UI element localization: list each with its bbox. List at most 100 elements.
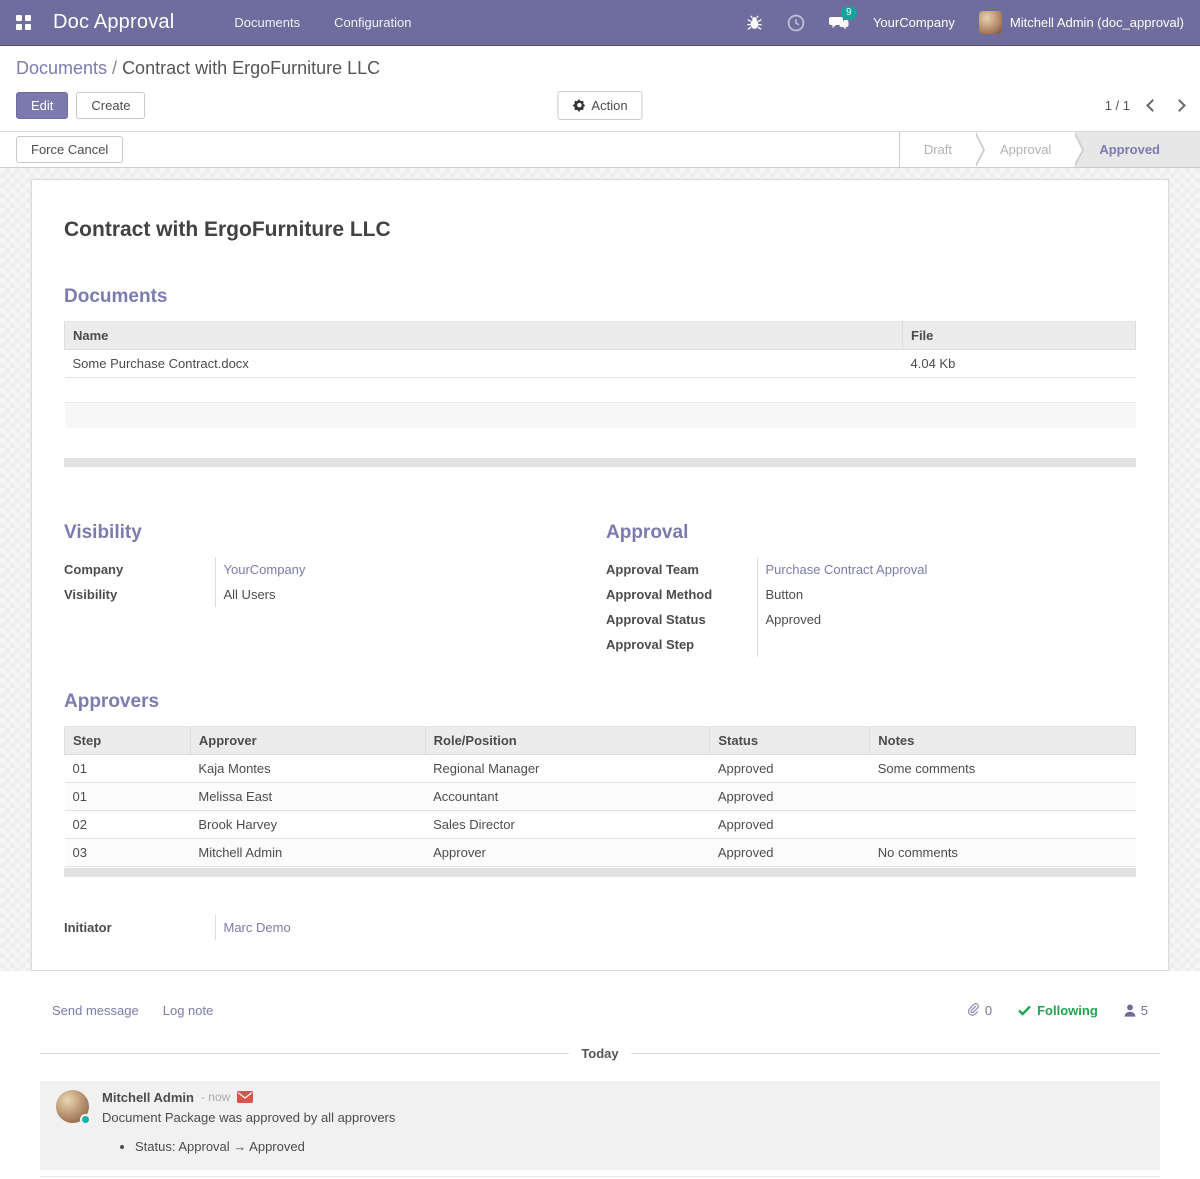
approval-status-value: Approved: [766, 612, 822, 627]
cell-role: Sales Director: [425, 810, 710, 838]
force-cancel-button[interactable]: Force Cancel: [16, 136, 123, 163]
control-panel: Documents/Contract with ErgoFurniture LL…: [0, 46, 1200, 132]
documents-col-file[interactable]: File: [903, 322, 1136, 350]
approval-method-value: Button: [766, 587, 804, 602]
check-icon: [1018, 1005, 1031, 1016]
followers-button[interactable]: 5: [1124, 1003, 1148, 1018]
approvers-table-scrollbar: [64, 868, 1136, 877]
top-navbar: Doc Approval Documents Configuration 9 Y…: [0, 0, 1200, 46]
user-menu[interactable]: Mitchell Admin (doc_approval): [1010, 15, 1184, 30]
visibility-value: All Users: [224, 587, 276, 602]
approval-team-label: Approval Team: [606, 557, 757, 582]
pager-count: 1 / 1: [1105, 98, 1130, 113]
approver-row[interactable]: 02 Brook Harvey Sales Director Approved: [65, 810, 1136, 838]
edit-button[interactable]: Edit: [16, 92, 68, 119]
initiator-field: Initiator Marc Demo: [64, 915, 600, 940]
cell-role: Accountant: [425, 782, 710, 810]
approval-step-label: Approval Step: [606, 632, 757, 657]
approvers-col-status[interactable]: Status: [710, 726, 870, 754]
apps-menu-icon[interactable]: [16, 15, 31, 30]
approvers-heading: Approvers: [64, 691, 1136, 713]
form-sheet: Contract with ErgoFurniture LLC Document…: [31, 179, 1169, 971]
document-row[interactable]: Some Purchase Contract.docx 4.04 Kb: [65, 350, 1136, 378]
approval-status-label: Approval Status: [606, 607, 757, 632]
cell-approver: Brook Harvey: [190, 810, 425, 838]
date-divider: Today: [40, 1046, 1160, 1061]
company-value[interactable]: YourCompany: [224, 562, 306, 577]
approvers-col-step[interactable]: Step: [65, 726, 191, 754]
chatter: Send message Log note 0 Following 5 Toda…: [0, 971, 1200, 1179]
breadcrumb-separator: /: [107, 58, 122, 78]
documents-table: Name File Some Purchase Contract.docx 4.…: [64, 321, 1136, 457]
approvers-col-notes[interactable]: Notes: [870, 726, 1136, 754]
document-name: Some Purchase Contract.docx: [65, 350, 903, 378]
approval-method-label: Approval Method: [606, 582, 757, 607]
visibility-group: Visibility Company YourCompany Visibilit…: [64, 522, 600, 657]
message-mitchell: Mitchell Admin - now Document Package wa…: [40, 1081, 1160, 1170]
approvers-col-approver[interactable]: Approver: [190, 726, 425, 754]
cell-role: Approver: [425, 838, 710, 866]
approvers-col-role[interactable]: Role/Position: [425, 726, 710, 754]
initiator-value[interactable]: Marc Demo: [224, 920, 291, 935]
message-timestamp: - now: [201, 1090, 230, 1104]
nav-menus: Documents Configuration: [232, 9, 413, 36]
statusbar: Force Cancel Draft Approval Approved: [0, 132, 1200, 168]
pager-next-icon[interactable]: [1173, 99, 1186, 112]
log-note-button[interactable]: Log note: [163, 1003, 214, 1018]
status-step-approval[interactable]: Approval: [976, 132, 1075, 167]
menu-documents[interactable]: Documents: [232, 9, 302, 36]
approver-row[interactable]: 01 Kaja Montes Regional Manager Approved…: [65, 754, 1136, 782]
cell-step: 03: [65, 838, 191, 866]
documents-table-scrollbar: [64, 458, 1136, 467]
cell-step: 01: [65, 754, 191, 782]
pager-previous-icon[interactable]: [1146, 99, 1159, 112]
approval-team-value[interactable]: Purchase Contract Approval: [766, 562, 928, 577]
breadcrumb: Documents/Contract with ErgoFurniture LL…: [16, 58, 1184, 79]
gear-icon: [572, 99, 585, 112]
documents-section: Documents Name File Some Purchase Contra…: [64, 286, 1136, 467]
cell-approver: Mitchell Admin: [190, 838, 425, 866]
following-button[interactable]: Following: [1018, 1003, 1098, 1018]
company-switcher[interactable]: YourCompany: [873, 15, 955, 30]
cell-notes: No comments: [870, 838, 1136, 866]
message-author[interactable]: Mitchell Admin: [102, 1090, 194, 1105]
form-background: Contract with ErgoFurniture LLC Document…: [0, 168, 1200, 971]
approvers-section: Approvers Step Approver Role/Position St…: [64, 691, 1136, 877]
cell-status: Approved: [710, 838, 870, 866]
message-count-badge: 9: [841, 6, 857, 20]
visibility-heading: Visibility: [64, 522, 600, 544]
document-file-size: 4.04 Kb: [903, 350, 1136, 378]
cell-status: Approved: [710, 810, 870, 838]
initiator-label: Initiator: [64, 915, 215, 940]
activities-clock-icon[interactable]: [787, 14, 805, 32]
cell-approver: Melissa East: [190, 782, 425, 810]
breadcrumb-documents[interactable]: Documents: [16, 58, 107, 78]
message-brook: Brook Harvey - a minute ago: [40, 1176, 1160, 1179]
action-button[interactable]: Action: [557, 91, 642, 120]
create-button[interactable]: Create: [76, 92, 145, 119]
message-body: Document Package was approved by all app…: [102, 1110, 1144, 1125]
attachments-button[interactable]: 0: [967, 1003, 992, 1018]
approver-row[interactable]: 03 Mitchell Admin Approver Approved No c…: [65, 838, 1136, 866]
approver-row[interactable]: 01 Melissa East Accountant Approved: [65, 782, 1136, 810]
paperclip-icon: [967, 1003, 980, 1018]
cell-notes: [870, 810, 1136, 838]
status-step-draft[interactable]: Draft: [900, 132, 976, 167]
visibility-label: Visibility: [64, 582, 215, 607]
company-label: Company: [64, 557, 215, 582]
send-message-button[interactable]: Send message: [52, 1003, 139, 1018]
pager: 1 / 1: [1105, 98, 1184, 113]
debug-bug-icon[interactable]: [746, 14, 763, 31]
record-title: Contract with ErgoFurniture LLC: [64, 218, 1136, 242]
status-step-approved[interactable]: Approved: [1075, 132, 1200, 167]
breadcrumb-current: Contract with ErgoFurniture LLC: [122, 58, 380, 78]
app-title[interactable]: Doc Approval: [53, 11, 174, 34]
tracking-value: Status: Approval → Approved: [135, 1139, 1144, 1154]
menu-configuration[interactable]: Configuration: [332, 9, 413, 36]
online-status-dot: [80, 1114, 91, 1125]
messages-icon[interactable]: 9: [829, 14, 849, 31]
user-avatar[interactable]: [979, 11, 1002, 34]
cell-notes: [870, 782, 1136, 810]
cell-status: Approved: [710, 754, 870, 782]
documents-col-name[interactable]: Name: [65, 322, 903, 350]
